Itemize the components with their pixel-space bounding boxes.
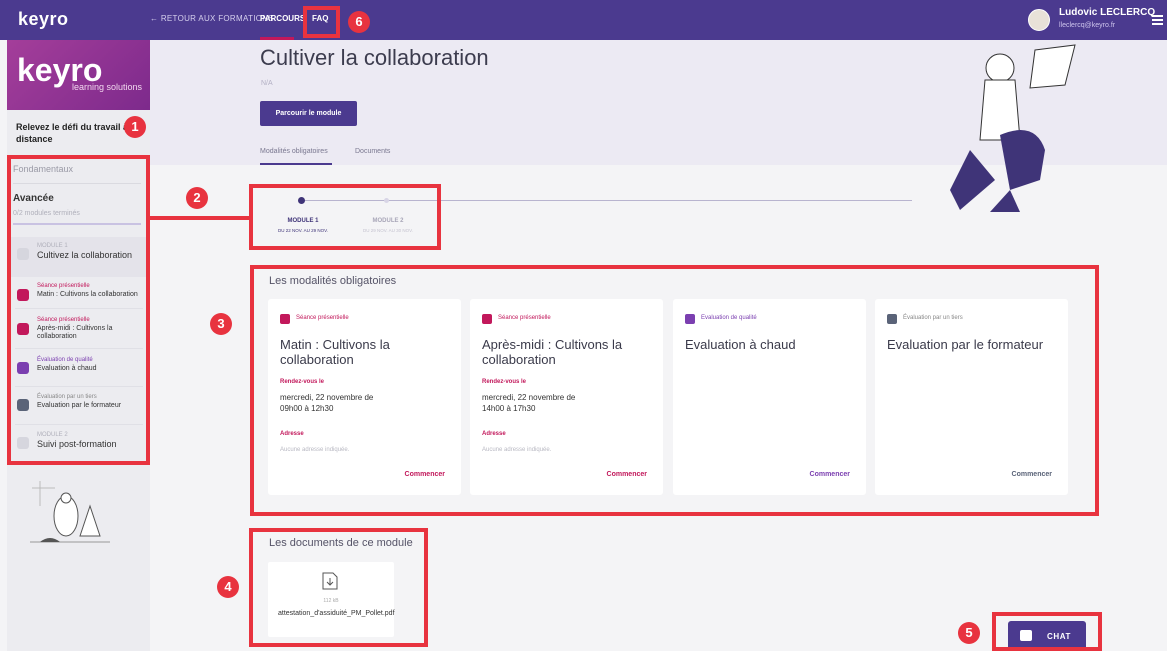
top-navigation-bar: keyro ← RETOUR AUX FORMATIONS PARCOURS F… xyxy=(0,0,1167,40)
user-name[interactable]: Ludovic LECLERCQ xyxy=(1059,7,1155,18)
annotation-marker-6: 6 xyxy=(348,11,370,33)
annotation-marker-3: 3 xyxy=(210,313,232,335)
brand-tagline: learning solutions xyxy=(71,82,142,92)
annotation-box-sidebar xyxy=(7,155,150,465)
tab-documents[interactable]: Documents xyxy=(355,148,390,155)
avatar[interactable] xyxy=(1028,9,1050,31)
back-to-trainings-link[interactable]: ← RETOUR AUX FORMATIONS xyxy=(150,14,274,23)
hero-illustration xyxy=(950,44,1076,212)
annotation-box-documents xyxy=(249,528,428,647)
annotation-connector xyxy=(148,216,251,220)
course-title: Relevez le défi du travail à distance xyxy=(16,122,129,144)
brand-card: keyro learning solutions xyxy=(7,40,150,110)
keyro-logo[interactable]: keyro xyxy=(18,9,69,30)
annotation-box-faq xyxy=(303,6,340,38)
sidebar-illustration xyxy=(30,481,110,543)
annotation-box-chat xyxy=(992,612,1102,651)
tab-modalites[interactable]: Modalités obligatoires xyxy=(260,148,328,155)
active-tab-indicator xyxy=(260,163,332,165)
annotation-marker-1: 1 xyxy=(124,116,146,138)
annotation-marker-4: 4 xyxy=(217,576,239,598)
page-subtitle: N/A xyxy=(261,80,273,87)
page-title: Cultiver la collaboration xyxy=(260,45,489,70)
user-email: lleclercq@keyro.fr xyxy=(1059,22,1116,29)
annotation-marker-2: 2 xyxy=(186,187,208,209)
annotation-box-timeline xyxy=(249,184,441,250)
browse-module-button[interactable]: Parcourir le module xyxy=(260,101,357,126)
tab-parcours[interactable]: PARCOURS xyxy=(260,14,305,23)
annotation-box-modalites xyxy=(250,265,1099,516)
annotation-marker-5: 5 xyxy=(958,622,980,644)
hamburger-menu-icon[interactable] xyxy=(1152,15,1163,25)
